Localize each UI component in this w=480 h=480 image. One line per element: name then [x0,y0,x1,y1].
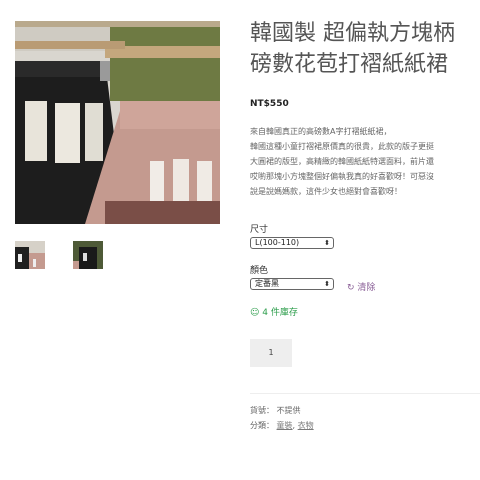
product-title-line-1: 韓國製 超偏執方塊柄 [250,21,455,46]
smile-icon: ☺ [250,308,260,318]
description-line: 說是說媽媽款，這件少女也絕對會喜歡呀！ [250,187,402,196]
product-main-image[interactable] [15,21,220,224]
thumbnail-2[interactable] [73,241,103,269]
category-label: 分類： [250,421,274,430]
product-gallery [15,21,220,224]
product-description: 來自韓國真正的高磅數A字打褶紙紙裙， 韓國這種小童打褶裙原價真的很貴，此款的版子… [250,124,480,199]
size-select-value: L(100-110) [255,238,300,247]
stock-text: 4 件庫存 [262,308,298,318]
skirts-photo [15,21,220,224]
color-label: 顏色 [250,266,269,276]
clear-label: 清除 [357,283,376,293]
category-link-kids[interactable]: 童裝 [277,421,293,430]
color-select-value: 定番黑 [255,279,279,288]
product-price: NT$550 [250,99,289,109]
thumbnail-1-image [15,241,45,269]
sku-label: 貨號： [250,406,274,415]
category-link-clothing[interactable]: 衣物 [298,421,314,430]
updown-arrow-icon: ⬍ [324,239,330,247]
color-select[interactable]: 定番黑 ⬍ [250,278,334,290]
stock-status: ☺ 4 件庫存 [250,305,298,318]
clear-button[interactable]: ↻ 清除 [347,280,375,293]
updown-arrow-icon: ⬍ [324,280,330,288]
category-separator: , [292,421,296,430]
category-row: 分類： 童裝, 衣物 [250,420,314,431]
sku-value: 不提供 [276,406,301,415]
divider [250,393,480,394]
description-line: 大圓裙的版型，高精緻的韓國紙紙特選面料，前片還 [250,157,434,166]
description-line: 韓國這種小童打褶裙原價真的很貴，此款的版子更挺 [250,142,434,151]
size-label: 尺寸 [250,225,269,235]
description-line: 哎喲那塊小方塊整個好偏執我真的好喜歡呀！可惡沒 [250,172,434,181]
product-title: 韓國製 超偏執方塊柄 磅數花苞打褶紙紙裙 [250,18,480,80]
size-select[interactable]: L(100-110) ⬍ [250,237,334,249]
thumbnail-1[interactable] [15,241,45,269]
thumbnail-2-image [73,241,103,269]
refresh-icon: ↻ [347,283,355,293]
description-line: 來自韓國真正的高磅數A字打褶紙紙裙， [250,127,392,136]
sku-row: 貨號： 不提供 [250,405,301,416]
product-title-line-2: 磅數花苞打褶紙紙裙 [250,52,449,77]
quantity-input[interactable]: 1 [250,339,292,367]
